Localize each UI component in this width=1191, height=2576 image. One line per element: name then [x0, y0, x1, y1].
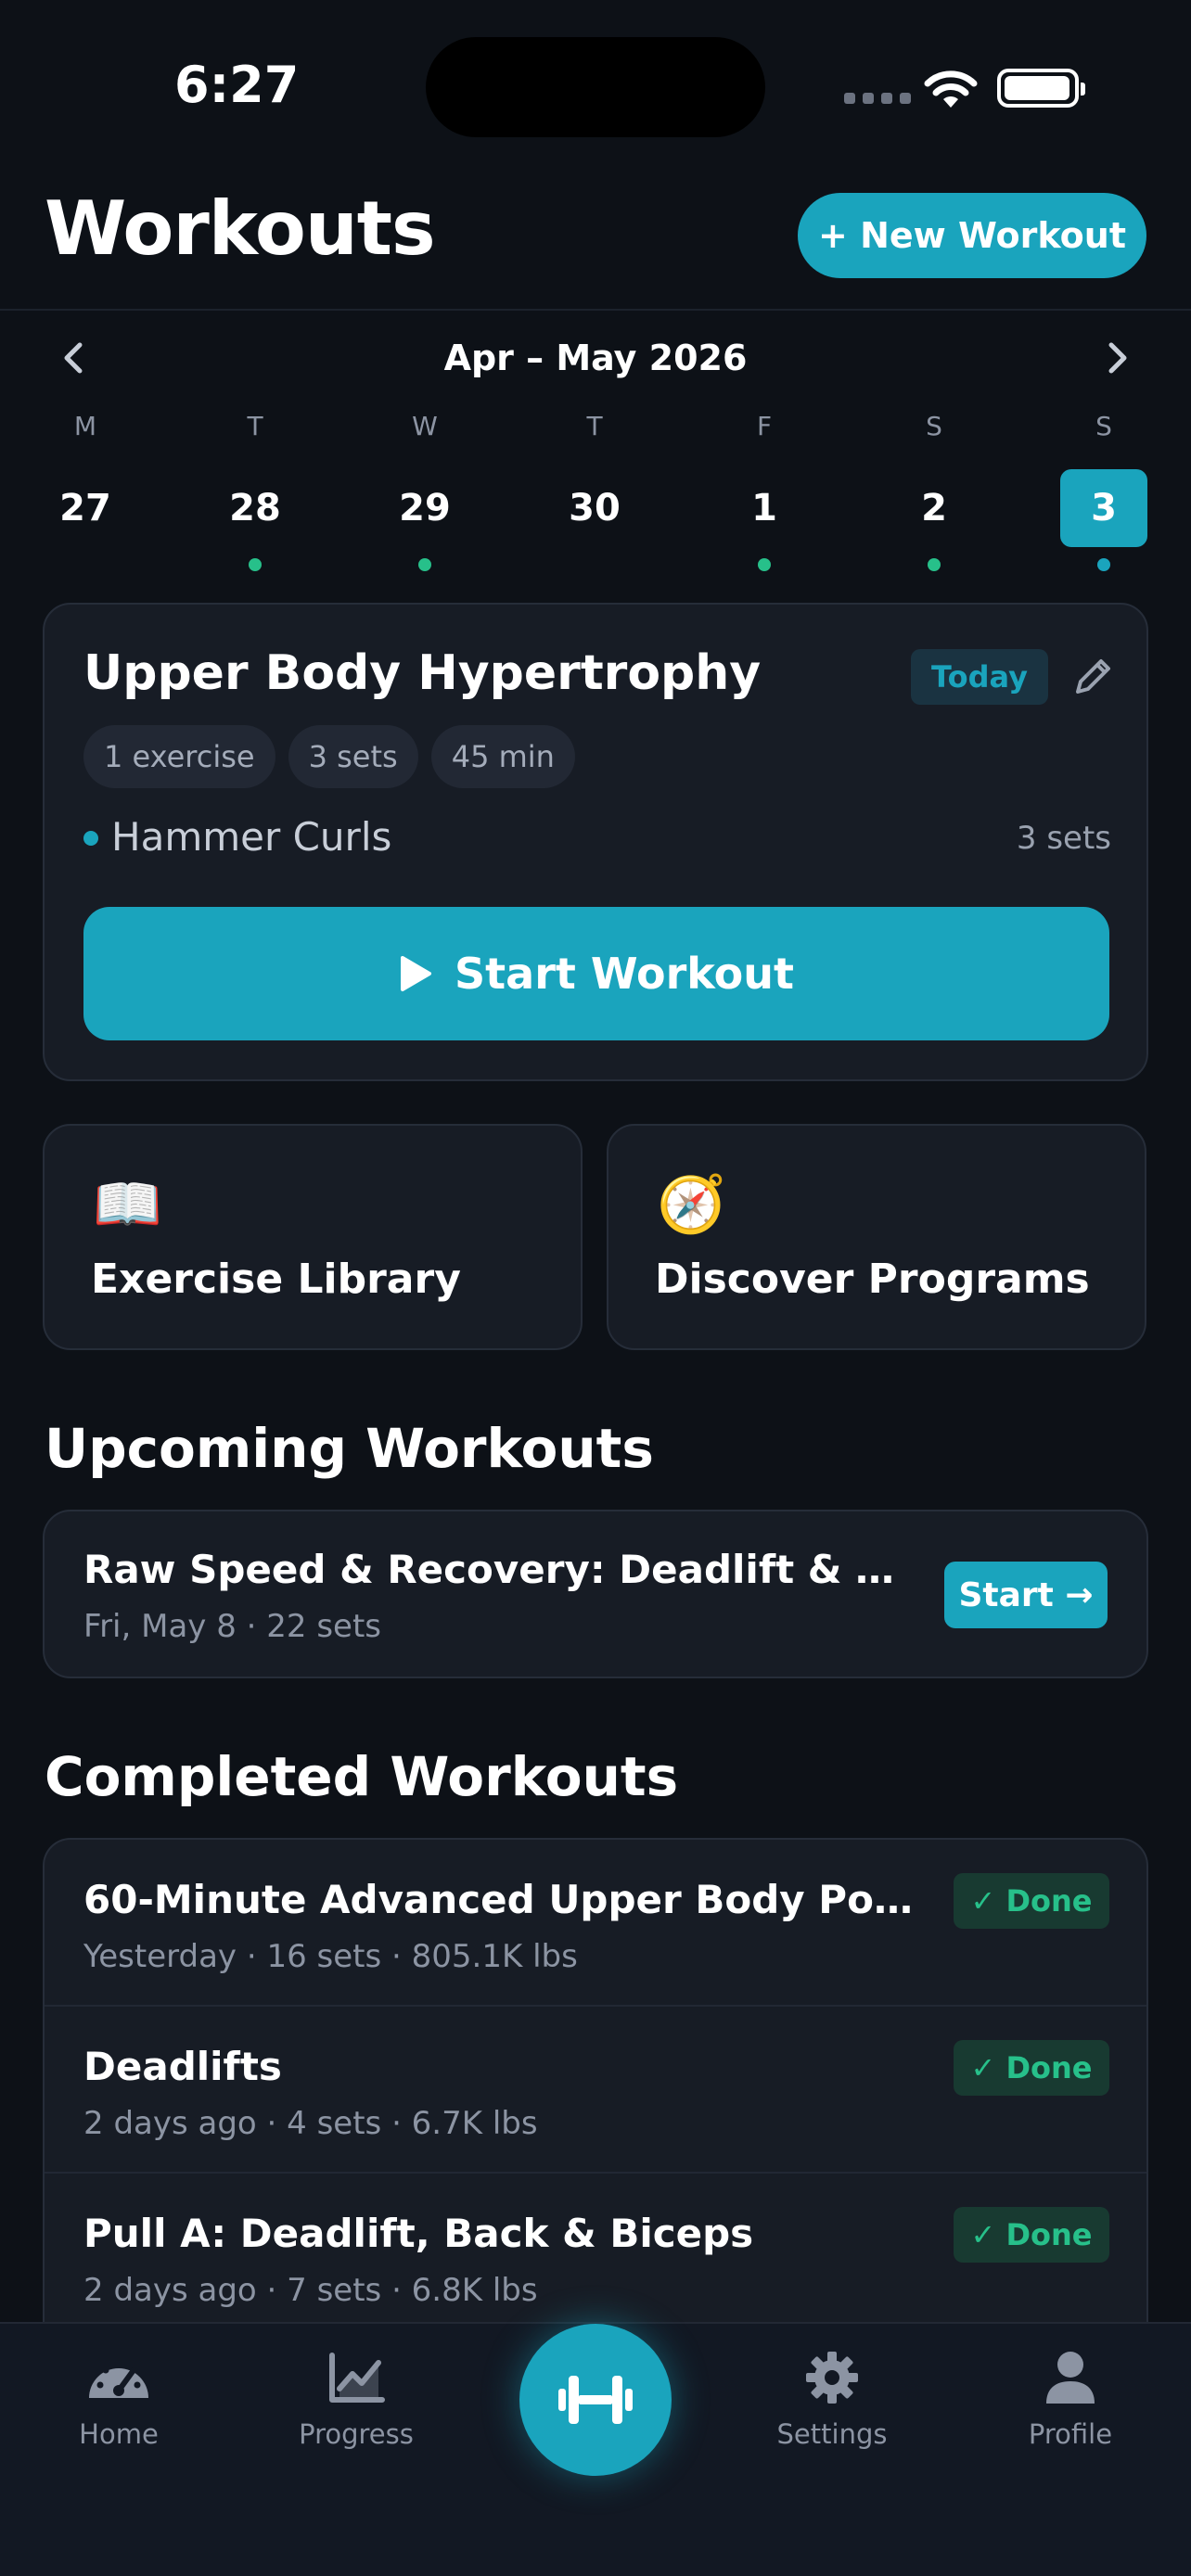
compass-icon: 🧭 [657, 1172, 726, 1237]
completed-workout-name: 60-Minute Advanced Upper Body Power... [83, 1877, 928, 1922]
workout-dot [928, 558, 941, 571]
completed-workout-meta: 2 days ago · 7 sets · 6.8K lbs [83, 2272, 538, 2309]
sets-chip: 3 sets [288, 725, 418, 788]
new-workout-button[interactable]: + New Workout [798, 193, 1146, 278]
play-icon [401, 956, 432, 991]
exercise-count-chip: 1 exercise [83, 725, 275, 788]
calendar-week: M 27 T 28 W 29 T 30 F 1 S 2 S 3 [0, 408, 1191, 571]
start-workout-button[interactable]: Start Workout [83, 907, 1109, 1040]
exercise-library-card[interactable]: 📖 Exercise Library [43, 1124, 583, 1350]
start-workout-label: Start Workout [455, 949, 794, 999]
done-badge: ✓ Done [954, 2207, 1109, 2263]
tab-label: Progress [299, 2418, 414, 2450]
workout-name: Upper Body Hypertrophy [83, 645, 762, 701]
workout-dot [249, 558, 262, 571]
weekday-label: F [756, 411, 773, 441]
tab-settings[interactable]: Settings [739, 2350, 925, 2450]
day-number: 28 [229, 487, 281, 529]
exercise-library-label: Exercise Library [91, 1256, 461, 1303]
completed-workout-name: Pull A: Deadlift, Back & Biceps [83, 2211, 754, 2256]
day-number: 1 [751, 487, 777, 529]
start-upcoming-button[interactable]: Start → [944, 1562, 1108, 1628]
page-title: Workouts [45, 185, 436, 272]
exercise-row: Hammer Curls 3 sets [83, 810, 1111, 866]
discover-programs-label: Discover Programs [655, 1256, 1090, 1303]
calendar-day-selected[interactable]: S 3 [1060, 408, 1147, 571]
person-icon [1046, 2352, 1095, 2404]
status-time: 6:27 [174, 56, 300, 114]
calendar-day[interactable]: M 27 [42, 408, 129, 547]
workout-dot [758, 558, 771, 571]
tab-label: Home [79, 2418, 159, 2450]
exercise-name: Hammer Curls [111, 814, 392, 860]
tab-profile[interactable]: Profile [978, 2350, 1163, 2450]
day-number: 30 [569, 487, 621, 529]
tab-label: Settings [776, 2418, 888, 2450]
start-workout-fab[interactable] [519, 2324, 672, 2476]
done-badge: ✓ Done [954, 2040, 1109, 2096]
exercise-sets: 3 sets [1016, 820, 1111, 857]
speedometer-icon [89, 2360, 148, 2398]
weekday-label: M [73, 411, 97, 441]
workout-stats: 1 exercise 3 sets 45 min [83, 725, 575, 788]
today-workout-card[interactable]: Upper Body Hypertrophy Today 1 exercise … [43, 603, 1148, 1081]
day-number: 2 [921, 487, 947, 529]
duration-chip: 45 min [430, 725, 575, 788]
cellular-signal-icon [844, 93, 911, 104]
gear-icon [806, 2352, 858, 2404]
calendar-day[interactable]: T 28 [211, 408, 299, 571]
wifi-icon [924, 70, 978, 108]
upcoming-workout-name: Raw Speed & Recovery: Deadlift & Back F.… [83, 1547, 918, 1592]
tab-progress[interactable]: Progress [263, 2350, 449, 2450]
tab-home[interactable]: Home [26, 2350, 211, 2450]
header-divider [0, 309, 1191, 311]
weekday-label: T [247, 411, 263, 441]
upcoming-section-title: Upcoming Workouts [45, 1417, 654, 1480]
day-number: 3 [1060, 469, 1147, 547]
chevron-right-icon[interactable] [1098, 336, 1135, 380]
pencil-icon[interactable] [1070, 653, 1117, 699]
workout-dot [1097, 558, 1110, 571]
completed-workout-name: Deadlifts [83, 2044, 282, 2089]
battery-icon [997, 69, 1085, 108]
calendar-day[interactable]: F 1 [721, 408, 808, 571]
calendar-day[interactable]: T 30 [551, 408, 638, 547]
weekday-label: S [1095, 411, 1112, 441]
weekday-label: T [586, 411, 603, 441]
day-number: 27 [59, 487, 111, 529]
today-badge: Today [911, 649, 1048, 705]
dumbbell-icon [558, 2376, 633, 2424]
bullet-dot [83, 831, 98, 846]
completed-workout-row[interactable]: Deadlifts 2 days ago · 4 sets · 6.7K lbs… [45, 2007, 1146, 2174]
weekday-label: W [412, 411, 438, 441]
chart-icon [329, 2353, 385, 2403]
completed-workout-meta: Yesterday · 16 sets · 805.1K lbs [83, 1938, 578, 1975]
completed-workout-meta: 2 days ago · 4 sets · 6.7K lbs [83, 2105, 538, 2142]
tab-label: Profile [1028, 2418, 1113, 2450]
day-number: 29 [399, 487, 451, 529]
completed-workout-row[interactable]: Pull A: Deadlift, Back & Biceps 2 days a… [45, 2174, 1146, 2340]
upcoming-workout-row[interactable]: Raw Speed & Recovery: Deadlift & Back F.… [43, 1510, 1148, 1678]
discover-programs-card[interactable]: 🧭 Discover Programs [607, 1124, 1146, 1350]
calendar-range: Apr – May 2026 [443, 338, 748, 378]
weekday-label: S [926, 411, 942, 441]
book-icon: 📖 [93, 1172, 162, 1237]
workout-dot [418, 558, 431, 571]
calendar-day[interactable]: S 2 [890, 408, 978, 571]
upcoming-workout-meta: Fri, May 8 · 22 sets [83, 1608, 382, 1645]
completed-section-title: Completed Workouts [45, 1745, 679, 1808]
status-bar: 6:27 [0, 0, 1191, 167]
dynamic-island [426, 37, 765, 137]
completed-workout-row[interactable]: 60-Minute Advanced Upper Body Power... Y… [45, 1840, 1146, 2007]
done-badge: ✓ Done [954, 1873, 1109, 1929]
calendar-day[interactable]: W 29 [381, 408, 468, 571]
